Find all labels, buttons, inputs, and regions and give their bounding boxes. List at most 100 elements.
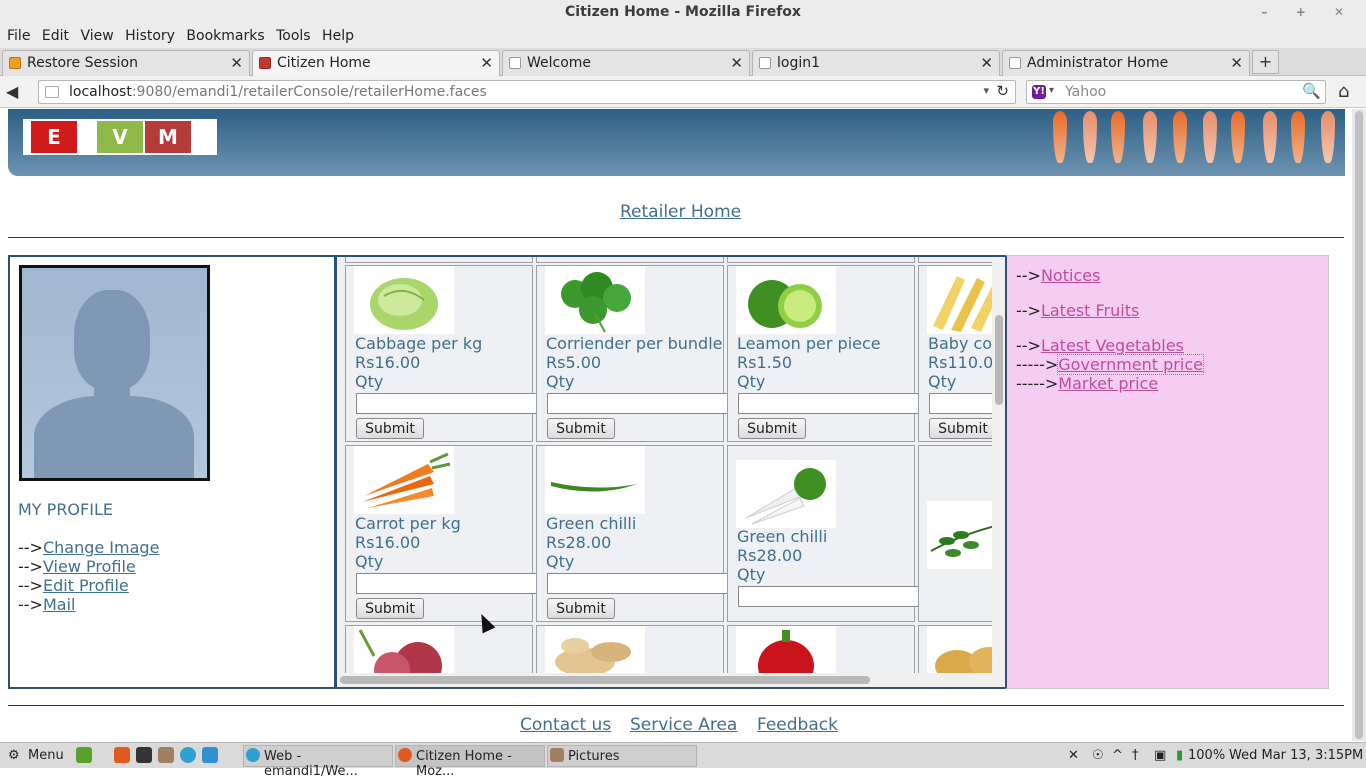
search-icon[interactable]: 🔍 [1302,82,1321,100]
market-price-link[interactable]: Market price [1058,374,1158,393]
restore-icon [9,57,21,69]
latest-vegetables-link[interactable]: Latest Vegetables [1041,336,1184,355]
tab-citizen-home[interactable]: Citizen Home ✕ [252,50,500,76]
gear-icon[interactable]: ⚙ [8,748,20,763]
menu-history[interactable]: History [118,25,175,44]
chevron-up-icon[interactable]: ^ [1112,748,1123,763]
government-price-link[interactable]: Government price [1057,354,1204,375]
browser-icon[interactable] [202,747,218,763]
qty-input[interactable] [547,573,730,594]
product-grid: Cabbage per kg Rs16.00 Qty Submit Corrie… [335,255,1007,689]
network-icon[interactable]: ✕ [1068,748,1079,763]
arrow-text: --> [18,576,43,595]
window-title: Citizen Home - Mozilla Firefox [565,4,801,20]
taskbar-window-citizen-home[interactable]: Citizen Home - Moz... [395,745,545,779]
service-area-link[interactable]: Service Area [630,715,737,735]
submit-button[interactable]: Submit [738,418,806,439]
submit-button[interactable]: Submit [547,598,615,619]
tab-restore-session[interactable]: Restore Session ✕ [2,50,250,76]
qty-input[interactable] [356,393,539,414]
edit-profile-link[interactable]: Edit Profile [43,576,129,595]
menu-tools[interactable]: Tools [269,25,311,44]
page-vertical-scrollbar[interactable] [1352,109,1366,741]
close-icon[interactable]: ✕ [480,54,493,72]
back-button[interactable]: ◀ [6,82,18,101]
green-chilli-image [545,446,645,514]
qty-input[interactable] [356,573,539,594]
new-tab-button[interactable]: + [1252,50,1279,74]
tab-administrator-home[interactable]: Administrator Home ✕ [1002,50,1250,76]
scrollbar-thumb[interactable] [1355,111,1363,739]
menu-bookmarks[interactable]: Bookmarks [179,25,264,44]
avatar-body-shape [34,396,194,478]
grid-vertical-scrollbar[interactable] [992,257,1005,687]
menu-help[interactable]: Help [315,25,354,44]
url-dropdown-icon[interactable]: ▾ [983,84,989,97]
retailer-home-link[interactable]: Retailer Home [620,202,741,222]
close-icon[interactable]: ✕ [730,54,743,72]
submit-button[interactable]: Submit [547,418,615,439]
battery-icon[interactable]: ▮ [1176,748,1183,763]
avatar[interactable] [19,265,210,481]
curry-leaves-image [927,501,992,569]
submit-button[interactable]: Submit [356,598,424,619]
notices-link[interactable]: Notices [1041,266,1100,285]
product-cell-green-chilli: Green chilli Rs28.00 Qty Submit [536,445,730,622]
baby-corn-image [927,266,992,334]
url-path: :9080/emandi1/retailerConsole/retailerHo… [131,84,487,100]
tab-label: Citizen Home [277,55,371,71]
menu-file[interactable]: File [0,25,30,44]
taskbar-window-label: Citizen Home - Moz... [416,749,512,779]
window-controls[interactable]: – + ✕ [1262,0,1356,25]
contact-us-link[interactable]: Contact us [520,715,611,735]
view-profile-link[interactable]: View Profile [43,557,136,576]
url-host: localhost [69,84,132,100]
site-identity-icon[interactable] [45,86,59,98]
accessibility-icon[interactable]: ☉ [1092,748,1104,763]
qty-input[interactable] [547,393,730,414]
change-image-link[interactable]: Change Image [43,538,159,557]
carrot-icon [1231,111,1245,163]
chevron-down-icon[interactable]: ▾ [1049,85,1054,96]
tab-welcome[interactable]: Welcome ✕ [502,50,750,76]
tab-login1[interactable]: login1 ✕ [752,50,1000,76]
product-cell-partial [727,257,915,263]
url-bar[interactable]: localhost:9080/emandi1/retailerConsole/r… [38,80,1016,104]
display-icon[interactable]: ▣ [1154,748,1166,763]
yahoo-icon[interactable]: Y! [1032,85,1046,99]
close-icon[interactable]: ✕ [230,54,243,72]
feedback-link[interactable]: Feedback [757,715,838,735]
taskbar-window-web-emandi1[interactable]: Web - emandi1/We... [243,745,393,779]
menu-view[interactable]: View [73,25,113,44]
submit-button[interactable]: Submit [929,418,992,439]
home-icon[interactable]: ⌂ [1338,81,1349,102]
qty-input[interactable] [929,393,992,414]
submit-button[interactable]: Submit [356,418,424,439]
files-icon[interactable] [158,747,174,763]
firefox-icon[interactable] [114,747,130,763]
reload-icon[interactable]: ↻ [996,82,1009,100]
page-viewport: E V M Retailer Home MY PROFILE -->Change… [0,109,1352,741]
taskbar-window-pictures[interactable]: Pictures [547,745,697,767]
start-menu-button[interactable]: Menu [28,748,64,763]
desktop-icon[interactable] [76,747,92,763]
qty-input[interactable] [738,393,921,414]
taskbar: ⚙ Menu Web - emandi1/We... Citizen Home … [0,742,1366,779]
qty-input[interactable] [738,586,921,607]
scrollbar-thumb[interactable] [340,676,870,684]
bluetooth-icon[interactable]: † [1132,748,1139,763]
menu-edit[interactable]: Edit [35,25,69,44]
scrollbar-thumb[interactable] [995,315,1003,405]
product-cell-partial [536,257,724,263]
close-icon[interactable]: ✕ [1230,54,1243,72]
mail-link[interactable]: Mail [43,595,76,614]
latest-fruits-link[interactable]: Latest Fruits [1041,301,1139,320]
chrome-icon[interactable] [180,747,196,763]
carrot-icon [1173,111,1187,163]
product-grid-scroll-area[interactable]: Cabbage per kg Rs16.00 Qty Submit Corrie… [337,257,992,673]
grid-horizontal-scrollbar[interactable] [337,673,992,687]
close-icon[interactable]: ✕ [980,54,993,72]
terminal-icon[interactable] [136,747,152,763]
search-bar[interactable]: Y! ▾ Yahoo 🔍 [1026,80,1326,104]
clock[interactable]: Wed Mar 13, 3:15PM [1229,748,1363,763]
